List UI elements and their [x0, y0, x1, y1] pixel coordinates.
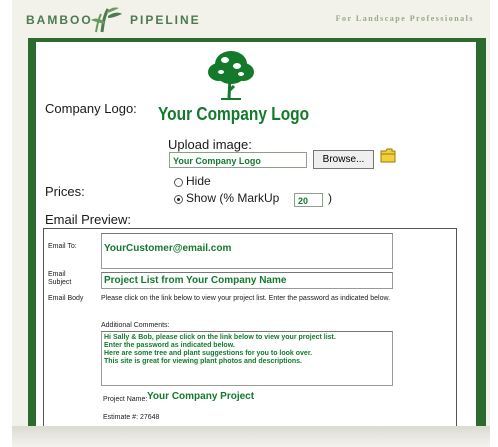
brand-name-left: BAMBOO: [26, 13, 93, 27]
comment-line: Enter the password as indicated below.: [104, 342, 235, 349]
comment-line: This site is great for viewing plant pho…: [104, 358, 302, 365]
bamboo-logo-icon: [91, 7, 122, 33]
prices-label: Prices:: [45, 184, 85, 199]
email-subject-value: Project List from Your Company Name: [104, 275, 287, 286]
project-name-value: Your Company Project: [147, 391, 255, 402]
email-body-text: Please click on the link below to view y…: [101, 295, 391, 302]
folder-icon[interactable]: [380, 148, 396, 163]
hide-prices-label: Hide: [186, 174, 211, 188]
markup-close-paren: ): [328, 191, 332, 205]
company-logo-text: Your Company Logo: [158, 104, 310, 124]
additional-comments-label: Additional Comments:: [101, 322, 170, 329]
bottom-shadow: [12, 426, 490, 447]
tree-logo-icon: [208, 51, 254, 100]
project-name-label: Project Name:: [103, 396, 148, 403]
show-prices-radio[interactable]: [174, 195, 183, 204]
browse-button[interactable]: Browse...: [313, 150, 374, 169]
email-subject-label-line1: Email: [48, 271, 66, 278]
email-subject-label-line2: Subject: [48, 279, 72, 286]
additional-comments-text: Hi Sally & Bob, please click on the link…: [104, 334, 394, 366]
email-subject-label: Email Subject: [48, 271, 71, 287]
markup-input[interactable]: 20: [294, 193, 323, 207]
email-to-label: Email To:: [48, 243, 77, 250]
brand-tagline: For Landscape Professionals: [335, 14, 474, 23]
brand-name-right: PIPELINE: [130, 13, 201, 27]
company-logo-label: Company Logo:: [45, 101, 137, 116]
comment-line: Here are some tree and plant suggestions…: [104, 350, 313, 357]
upload-image-input[interactable]: Your Company Logo: [169, 152, 307, 168]
comment-line: Hi Sally & Bob, please click on the link…: [104, 334, 336, 341]
estimate-number: Estimate #: 27648: [103, 414, 160, 421]
email-to-value: YourCustomer@email.com: [104, 243, 232, 254]
email-preview-label: Email Preview:: [45, 212, 131, 227]
show-prices-label: Show (% MarkUp: [186, 191, 280, 205]
email-body-label: Email Body: [48, 295, 84, 302]
upload-image-label: Upload image:: [168, 137, 252, 152]
hide-prices-radio[interactable]: [174, 178, 183, 187]
